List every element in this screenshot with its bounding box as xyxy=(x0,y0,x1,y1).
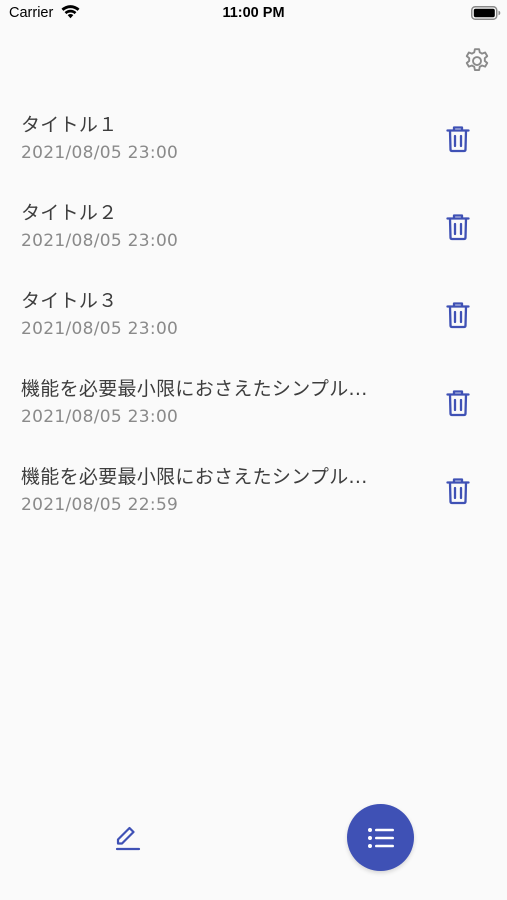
trash-icon xyxy=(446,302,470,329)
memo-list: タイトル１ 2021/08/05 23:00 タイトル２ 2021/08/05 … xyxy=(0,103,507,543)
memo-list-item[interactable]: タイトル３ 2021/08/05 23:00 xyxy=(0,279,507,367)
memo-date: 2021/08/05 23:00 xyxy=(21,231,179,251)
settings-button[interactable] xyxy=(460,44,494,78)
list-fab-button[interactable] xyxy=(347,804,414,871)
status-bar: Carrier 11:00 PM xyxy=(0,0,507,28)
trash-icon xyxy=(446,478,470,505)
delete-memo-button[interactable] xyxy=(440,385,476,421)
gear-icon xyxy=(465,48,489,71)
delete-memo-button[interactable] xyxy=(440,209,476,245)
status-time: 11:00 PM xyxy=(222,5,285,21)
trash-icon xyxy=(446,390,470,417)
delete-memo-button[interactable] xyxy=(440,473,476,509)
memo-list-screen: Carrier 11:00 PM タイトル１ 2021/08/05 23:00 xyxy=(0,0,507,900)
battery-icon xyxy=(471,6,501,20)
memo-title: 機能を必要最小限におさえたシンプル... xyxy=(21,466,368,488)
memo-title: タイトル１ xyxy=(21,114,118,136)
delete-memo-button[interactable] xyxy=(440,297,476,333)
memo-date: 2021/08/05 23:00 xyxy=(21,407,179,427)
memo-list-item[interactable]: タイトル２ 2021/08/05 23:00 xyxy=(0,191,507,279)
memo-title: タイトル３ xyxy=(21,290,118,312)
list-icon xyxy=(367,827,394,848)
pencil-icon xyxy=(115,826,141,851)
compose-button[interactable] xyxy=(108,818,146,856)
memo-list-item[interactable]: タイトル１ 2021/08/05 23:00 xyxy=(0,103,507,191)
trash-icon xyxy=(446,126,470,153)
memo-title: 機能を必要最小限におさえたシンプル... xyxy=(21,378,368,400)
trash-icon xyxy=(446,214,470,241)
delete-memo-button[interactable] xyxy=(440,121,476,157)
memo-date: 2021/08/05 23:00 xyxy=(21,143,179,163)
memo-date: 2021/08/05 22:59 xyxy=(21,495,179,515)
memo-date: 2021/08/05 23:00 xyxy=(21,319,179,339)
memo-title: タイトル２ xyxy=(21,202,118,224)
memo-list-item[interactable]: 機能を必要最小限におさえたシンプル... 2021/08/05 22:59 xyxy=(0,455,507,543)
memo-list-item[interactable]: 機能を必要最小限におさえたシンプル... 2021/08/05 23:00 xyxy=(0,367,507,455)
